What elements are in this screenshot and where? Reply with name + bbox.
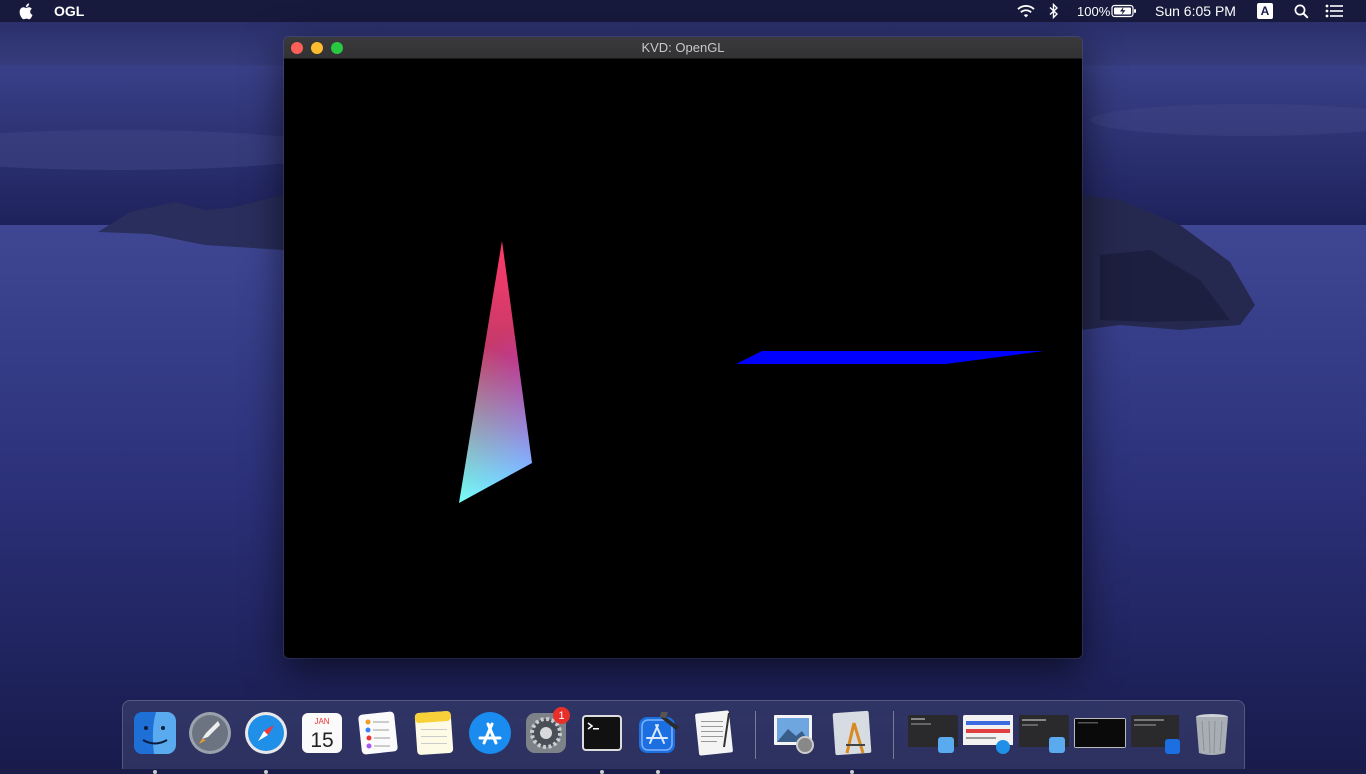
- xcode-icon: [639, 712, 679, 753]
- calendar-day: 15: [310, 729, 333, 752]
- dock-trash[interactable]: [1189, 709, 1235, 757]
- menu-bar: OGL 100% Sun 6:05 PM A: [0, 0, 1366, 22]
- preview-icon: [774, 715, 814, 754]
- wifi-icon[interactable]: [1016, 0, 1036, 22]
- dock-xcode[interactable]: [635, 709, 681, 774]
- dock-notes[interactable]: [411, 709, 457, 757]
- menubar-clock[interactable]: Sun 6:05 PM: [1155, 0, 1236, 22]
- spotlight-search-icon[interactable]: [1294, 0, 1309, 22]
- dock: JAN 15 1: [122, 700, 1245, 774]
- blue-quad: [736, 351, 1044, 364]
- dock-app-store[interactable]: [467, 709, 513, 757]
- dock-preview[interactable]: [771, 709, 817, 757]
- color-triangle: [459, 241, 532, 503]
- bluetooth-icon[interactable]: [1049, 0, 1059, 22]
- finder-icon: [134, 712, 176, 754]
- instruments-icon: [832, 710, 872, 756]
- window-titlebar[interactable]: KVD: OpenGL: [284, 37, 1082, 59]
- window-title: KVD: OpenGL: [641, 40, 725, 55]
- minimized-window-3[interactable]: [1019, 715, 1069, 753]
- trash-icon: [1196, 714, 1228, 755]
- terminal-icon: [582, 715, 622, 751]
- dock-system-preferences[interactable]: 1: [523, 707, 570, 757]
- notification-center-icon[interactable]: [1325, 0, 1343, 22]
- safari-icon: [245, 712, 287, 754]
- dock-terminal[interactable]: [579, 709, 625, 774]
- opengl-window[interactable]: KVD: OpenGL: [284, 37, 1082, 658]
- dock-finder[interactable]: [132, 709, 178, 774]
- dock-textedit[interactable]: [691, 709, 737, 757]
- notification-badge: 1: [553, 707, 570, 724]
- textedit-icon: [695, 710, 733, 756]
- dock-separator: [893, 711, 894, 759]
- launchpad-icon: [189, 712, 231, 754]
- app-store-icon: [469, 712, 511, 754]
- minimized-window-1[interactable]: [908, 715, 958, 753]
- dock-separator: [755, 711, 756, 759]
- battery-percentage: 100%: [1077, 3, 1111, 19]
- minimized-window-5[interactable]: [1131, 715, 1183, 755]
- reminders-icon: [358, 711, 398, 755]
- minimized-window-4[interactable]: [1074, 718, 1126, 748]
- opengl-canvas[interactable]: [284, 59, 1082, 658]
- dock-safari[interactable]: [243, 709, 289, 774]
- input-source-icon[interactable]: A: [1257, 0, 1273, 22]
- battery-charging-icon[interactable]: [1111, 0, 1137, 22]
- minimized-window-2[interactable]: [963, 715, 1015, 755]
- dock-calendar[interactable]: JAN 15: [299, 709, 345, 757]
- dock-launchpad[interactable]: [187, 709, 233, 757]
- calendar-icon: JAN 15: [302, 713, 342, 753]
- dock-instruments[interactable]: [829, 709, 875, 774]
- calendar-month: JAN: [314, 717, 329, 726]
- notes-icon: [414, 711, 454, 755]
- active-app-menu[interactable]: OGL: [54, 0, 84, 22]
- apple-menu-icon[interactable]: [19, 0, 35, 22]
- input-source-label: A: [1257, 3, 1273, 19]
- dock-reminders[interactable]: [355, 709, 401, 757]
